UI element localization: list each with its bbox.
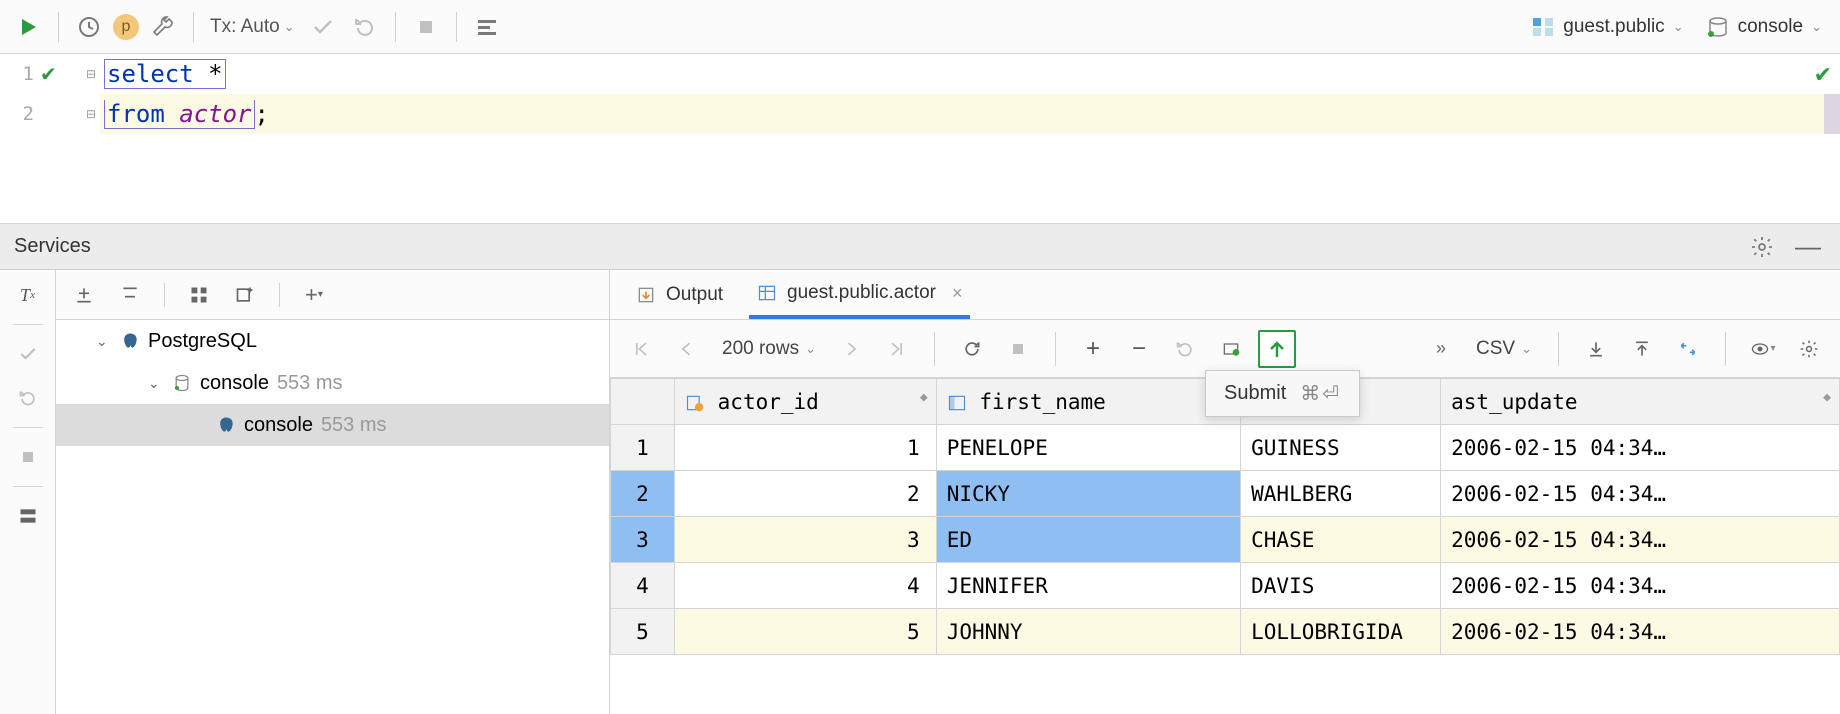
services-tree[interactable]: ⌄ PostgreSQL ⌄ console 553 ms console 55… — [56, 320, 609, 714]
collapse-all-icon[interactable] — [112, 277, 148, 313]
compare-button[interactable] — [1669, 330, 1707, 368]
view-button[interactable]: ▾ — [1744, 330, 1782, 368]
table-row[interactable]: 5 5 JOHNNY LOLLOBRIGIDA 2006-02-15 04:34… — [611, 609, 1840, 655]
more-button[interactable]: » — [1422, 330, 1460, 368]
tree-node-console-child[interactable]: console 553 ms — [56, 404, 609, 446]
export-format-selector[interactable]: CSV⌄ — [1468, 338, 1540, 360]
tree-node-console[interactable]: ⌄ console 553 ms — [56, 362, 609, 404]
close-icon[interactable]: × — [952, 283, 963, 304]
reload-button[interactable] — [953, 330, 991, 368]
revert-button[interactable] — [1166, 330, 1204, 368]
next-page-button[interactable] — [832, 330, 870, 368]
gear-icon[interactable] — [1744, 229, 1780, 265]
scrollbar-marker[interactable] — [1824, 94, 1840, 134]
postgresql-icon — [120, 331, 140, 351]
sql-editor[interactable]: ✔ 1 ⊟ 2 ⊟ select * from actor; ✔ — [0, 54, 1840, 224]
fold-icon[interactable]: ⊟ — [86, 107, 96, 121]
services-panel-header: Services — — [0, 224, 1840, 270]
services-left-rail: Tx — [0, 270, 56, 714]
explain-plan-button[interactable] — [469, 9, 505, 45]
table-row[interactable]: 1 1 PENELOPE GUINESS 2006-02-15 04:34… — [611, 425, 1840, 471]
history-button[interactable] — [71, 9, 107, 45]
services-title: Services — [14, 235, 91, 258]
profile-badge[interactable]: p — [113, 14, 139, 40]
rollback-icon[interactable] — [8, 379, 48, 417]
upload-button[interactable] — [1623, 330, 1661, 368]
table-row[interactable]: 2 2 NICKY WAHLBERG 2006-02-15 04:34… — [611, 471, 1840, 517]
results-grid[interactable]: actor_id◆ first_name◆ last_ ast_update◆ — [610, 378, 1840, 714]
table-icon — [757, 283, 777, 303]
col-last-update[interactable]: ast_update◆ — [1441, 379, 1840, 425]
output-icon — [636, 285, 656, 305]
stop-icon[interactable] — [8, 438, 48, 476]
tree-toolbar: +▾ — [56, 270, 609, 320]
download-button[interactable] — [1577, 330, 1615, 368]
last-page-button[interactable] — [878, 330, 916, 368]
tx-icon[interactable]: Tx — [8, 276, 48, 314]
table-row[interactable]: 4 4 JENNIFER DAVIS 2006-02-15 04:34… — [611, 563, 1840, 609]
schema-selector[interactable]: guest.public⌄ — [1523, 15, 1691, 39]
stop-button[interactable] — [999, 330, 1037, 368]
separator — [193, 12, 194, 42]
database-icon — [172, 373, 192, 393]
add-row-button[interactable]: + — [1074, 330, 1112, 368]
console-selector[interactable]: console⌄ — [1698, 15, 1830, 39]
add-tab-icon[interactable] — [227, 277, 263, 313]
editor-toolbar: p Tx: Auto⌄ guest.public⌄ console⌄ — [0, 0, 1840, 54]
submit-tooltip: Submit ⌘⏎ — [1205, 370, 1360, 417]
remove-row-button[interactable]: − — [1120, 330, 1158, 368]
expand-all-icon[interactable] — [66, 277, 102, 313]
postgresql-icon — [216, 415, 236, 435]
col-first-name[interactable]: first_name◆ — [936, 379, 1240, 425]
separator — [58, 12, 59, 42]
tab-table[interactable]: guest.public.actor × — [749, 271, 970, 319]
prev-page-button[interactable] — [668, 330, 706, 368]
tab-output[interactable]: Output — [628, 271, 731, 319]
table-corner[interactable] — [611, 379, 675, 425]
separator — [395, 12, 396, 42]
separator — [456, 12, 457, 42]
row-count-selector[interactable]: 200 rows⌄ — [714, 338, 824, 360]
submit-button[interactable] — [1258, 330, 1296, 368]
line-number: 1 — [23, 63, 34, 85]
tx-mode-selector[interactable]: Tx: Auto⌄ — [206, 16, 299, 38]
add-icon[interactable]: +▾ — [296, 277, 332, 313]
col-actor-id[interactable]: actor_id◆ — [675, 379, 937, 425]
settings-button[interactable] — [1790, 330, 1828, 368]
wrench-button[interactable] — [145, 9, 181, 45]
table-row[interactable]: 3 3 ED CHASE 2006-02-15 04:34… — [611, 517, 1840, 563]
checkmark-icon: ✔ — [40, 62, 57, 87]
inspection-ok-icon[interactable]: ✔ — [1814, 62, 1832, 88]
fold-icon[interactable]: ⊟ — [86, 67, 96, 81]
tree-node-postgresql[interactable]: ⌄ PostgreSQL — [56, 320, 609, 362]
first-page-button[interactable] — [622, 330, 660, 368]
rollback-button[interactable] — [347, 9, 383, 45]
line-number: 2 — [23, 103, 34, 125]
results-tabs: Output guest.public.actor × — [610, 270, 1840, 320]
run-button[interactable] — [10, 9, 46, 45]
editor-gutter: ✔ 1 ⊟ 2 ⊟ — [0, 54, 100, 223]
commit-button[interactable] — [305, 9, 341, 45]
minimize-icon[interactable]: — — [1790, 229, 1826, 265]
commit-icon[interactable] — [8, 335, 48, 373]
preview-button[interactable] — [1212, 330, 1250, 368]
grid-icon[interactable] — [181, 277, 217, 313]
stop-button[interactable] — [408, 9, 444, 45]
layout-icon[interactable] — [8, 497, 48, 535]
